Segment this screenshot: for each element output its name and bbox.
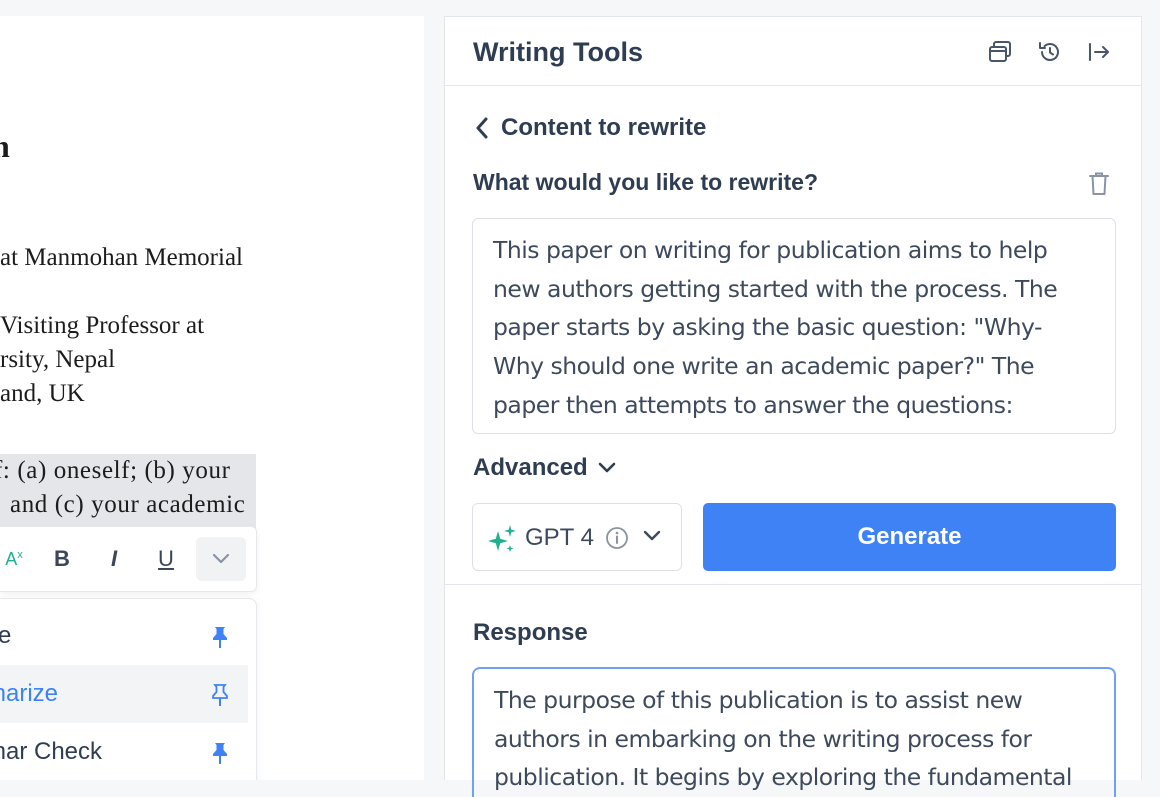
chevron-down-icon	[598, 462, 616, 473]
model-name: GPT 4	[525, 524, 594, 551]
info-icon[interactable]	[605, 526, 629, 550]
panel-header: Writing Tools	[445, 17, 1141, 86]
document-line: Visiting Professor at	[0, 312, 205, 339]
document-line: rsity, Nepal	[0, 346, 116, 373]
generate-button[interactable]: Generate	[703, 503, 1116, 571]
menu-item-grammar-check[interactable]: mar Check	[0, 723, 248, 780]
menu-item-label: marize	[0, 680, 59, 707]
advanced-label: Advanced	[473, 454, 588, 481]
selected-line[interactable]: and (c) your academic	[10, 491, 245, 519]
model-select[interactable]: GPT 4	[472, 503, 682, 571]
bold-button[interactable]: B	[40, 537, 84, 581]
translate-icon: Ax	[5, 548, 23, 569]
section-divider	[445, 584, 1141, 585]
italic-button[interactable]: I	[92, 537, 136, 581]
pin-outline-icon[interactable]	[210, 683, 230, 707]
rewrite-input-text[interactable]: This paper on writing for publication ai…	[493, 231, 1093, 425]
chevron-left-icon	[476, 117, 488, 139]
trash-icon[interactable]	[1087, 171, 1111, 197]
document-line: at Manmohan Memorial	[0, 244, 243, 271]
document-page: n at Manmohan Memorial Visiting Professo…	[0, 16, 424, 780]
collapse-panel-icon[interactable]	[1086, 39, 1112, 65]
ai-action-menu: ite marize mar Check	[0, 598, 257, 780]
advanced-toggle[interactable]: Advanced	[473, 454, 616, 482]
translate-button[interactable]: Ax	[0, 537, 32, 581]
document-heading: n	[0, 128, 10, 164]
rewrite-question-label: What would you like to rewrite?	[473, 169, 819, 195]
response-output[interactable]: The purpose of this publication is to as…	[472, 667, 1116, 797]
menu-item-rewrite[interactable]: ite	[0, 607, 248, 665]
document-line: and, UK	[0, 380, 85, 407]
menu-item-summarize[interactable]: marize	[0, 665, 248, 723]
back-button[interactable]: Content to rewrite	[475, 114, 706, 142]
more-options-button[interactable]	[196, 537, 246, 581]
rewrite-input[interactable]: This paper on writing for publication ai…	[472, 218, 1116, 434]
sparkles-icon	[488, 525, 516, 552]
underline-button[interactable]: U	[144, 537, 188, 581]
menu-item-label: ite	[0, 622, 12, 649]
window-icon[interactable]	[987, 39, 1013, 65]
pin-icon[interactable]	[210, 625, 230, 649]
panel-title: Writing Tools	[473, 37, 643, 67]
selected-line[interactable]: f: (a) oneself; (b) your	[0, 457, 231, 485]
writing-tools-panel: Writing Tools Content to rewrite What wo…	[444, 16, 1142, 797]
chevron-down-icon	[643, 530, 661, 541]
response-label: Response	[473, 619, 588, 646]
pin-icon[interactable]	[210, 741, 230, 765]
history-icon[interactable]	[1037, 39, 1063, 65]
back-label: Content to rewrite	[501, 114, 707, 141]
formatting-toolbar: Ax B I U	[0, 526, 257, 592]
menu-item-label: mar Check	[0, 738, 103, 765]
chevron-down-icon	[212, 553, 230, 564]
